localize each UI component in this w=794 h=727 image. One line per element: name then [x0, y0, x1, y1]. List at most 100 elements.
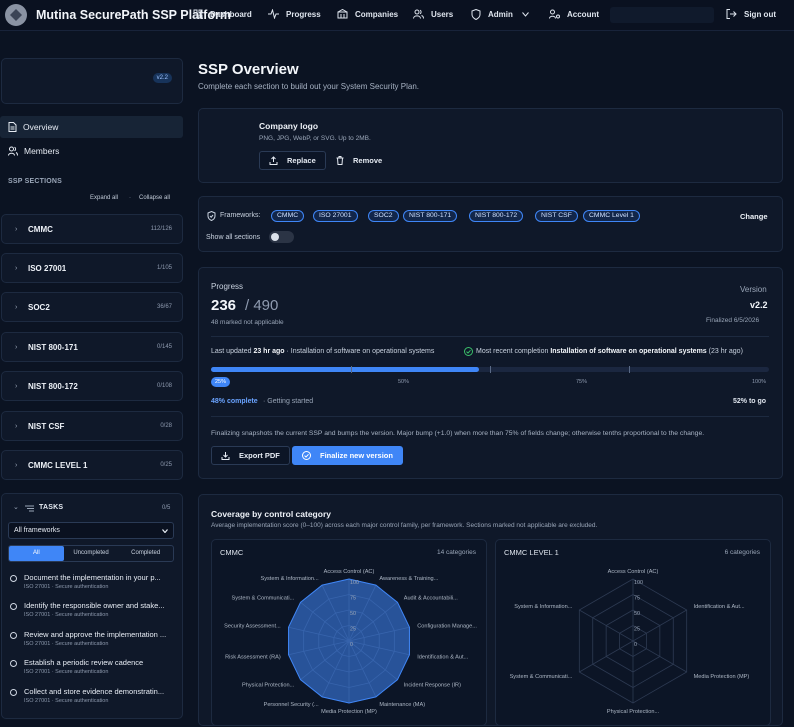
- task-title: Review and approve the implementation ..…: [24, 630, 167, 639]
- section-row-cmmc-level-1[interactable]: › CMMC LEVEL 1 0/25: [1, 450, 183, 480]
- framework-chip-nist-csf[interactable]: NIST CSF: [535, 210, 578, 222]
- top-bar: Mutina SecurePath SSP Platform Dashboard…: [0, 0, 794, 31]
- section-row-iso-27001[interactable]: › ISO 27001 1/105: [1, 253, 183, 283]
- sign-out-label: Sign out: [744, 9, 776, 19]
- radar-category-label: Identification & Aut...: [694, 604, 745, 610]
- task-checkbox[interactable]: [10, 603, 17, 610]
- last-updated: Last updated 23 hr ago · Installation of…: [211, 348, 434, 355]
- change-frameworks-button[interactable]: Change: [740, 212, 768, 221]
- percent-to-go: 52% to go: [733, 398, 767, 405]
- nav-account[interactable]: Account: [549, 9, 599, 19]
- section-row-nist-800-171[interactable]: › NIST 800-171 0/145: [1, 332, 183, 362]
- radar-category-label: System & Information...: [260, 576, 319, 582]
- progress-done: 236: [211, 297, 237, 314]
- section-row-cmmc[interactable]: › CMMC 112/126: [1, 214, 183, 244]
- chevron-down-icon[interactable]: ⌄: [13, 503, 19, 511]
- last-updated-prefix: Last updated: [211, 348, 252, 355]
- framework-chip-cmmc[interactable]: CMMC: [271, 210, 305, 222]
- export-pdf-button[interactable]: Export PDF: [211, 446, 290, 465]
- finalize-version-button[interactable]: Finalize new version: [292, 446, 403, 465]
- separator-dot: ·: [129, 195, 131, 201]
- framework-chip-nist-800-172[interactable]: NIST 800-172: [469, 210, 524, 222]
- last-updated-ago: 23 hr ago: [253, 348, 285, 355]
- section-name: ISO 27001: [28, 264, 67, 273]
- framework-chip-cmmc-level-1[interactable]: CMMC Level 1: [583, 210, 640, 222]
- radar-tick-label: 25: [350, 627, 356, 633]
- version-label: Version: [740, 285, 767, 294]
- export-pdf-label: Export PDF: [239, 451, 280, 460]
- task-title: Establish a periodic review cadence: [24, 658, 144, 667]
- not-applicable-count: 48 marked not applicable: [211, 319, 284, 326]
- company-logo-card: [198, 108, 783, 183]
- section-row-soc2[interactable]: › SOC2 36/67: [1, 292, 183, 322]
- task-checkbox[interactable]: [10, 575, 17, 582]
- percent-complete: 48% complete: [211, 398, 258, 405]
- radar-category-label: Personnel Security (...: [264, 702, 319, 708]
- recent-item: Installation of software on operational …: [550, 348, 707, 355]
- version-badge: v2.2: [152, 73, 172, 83]
- radar-category-label: Physical Protection...: [242, 683, 295, 689]
- progress-tick: [351, 366, 352, 373]
- remove-logo-button[interactable]: Remove: [327, 151, 391, 170]
- task-checkbox[interactable]: [10, 632, 17, 639]
- collapse-all-link[interactable]: Collapse all: [139, 195, 170, 201]
- marker-100: 100%: [752, 379, 767, 385]
- nav-progress-label: Progress: [286, 9, 321, 19]
- nav-companies[interactable]: Companies: [337, 9, 398, 19]
- version-value: v2.2: [750, 300, 768, 310]
- divider: [211, 416, 769, 417]
- show-all-sections-toggle[interactable]: [269, 231, 294, 243]
- radar-category-label: System & Communicati...: [231, 595, 294, 601]
- task-checkbox[interactable]: [10, 660, 17, 667]
- task-subtitle: ISO 27001 · Secure authentication: [24, 612, 109, 618]
- nav-progress[interactable]: Progress: [268, 9, 321, 19]
- activity-icon: [268, 9, 279, 19]
- nav-users[interactable]: Users: [413, 9, 453, 19]
- coverage-title: Coverage by control category: [211, 509, 331, 519]
- show-all-sections-label: Show all sections: [206, 234, 261, 241]
- radar-tick-label: 75: [350, 596, 356, 602]
- tab-all[interactable]: All: [9, 546, 64, 561]
- section-row-nist-800-172[interactable]: › NIST 800-172 0/108: [1, 371, 183, 401]
- logo-title: Company logo: [259, 121, 319, 131]
- tab-uncompleted[interactable]: Uncompleted: [64, 546, 119, 561]
- document-icon: [8, 122, 17, 132]
- top-search-input[interactable]: [610, 7, 714, 23]
- framework-filter-select[interactable]: All frameworks: [8, 522, 174, 539]
- ssp-sections-heading: SSP SECTIONS: [8, 178, 63, 185]
- logout-icon: [726, 9, 737, 19]
- chevron-down-icon: [162, 529, 168, 533]
- progress-tick: [629, 366, 630, 373]
- section-row-nist-csf[interactable]: › NIST CSF 0/28: [1, 411, 183, 441]
- task-checkbox[interactable]: [10, 689, 17, 696]
- recent-label: Most recent completion: [476, 348, 549, 355]
- framework-chip-nist-800-171[interactable]: NIST 800-171: [403, 210, 458, 222]
- sidebar-item-members[interactable]: Members: [0, 140, 183, 162]
- progress-tick: [490, 366, 491, 373]
- sign-out-button[interactable]: Sign out: [726, 9, 776, 19]
- radar-category-label: Incident Response (IR): [404, 683, 461, 689]
- radar-tick-label: 50: [350, 611, 356, 617]
- task-subtitle: ISO 27001 · Secure authentication: [24, 698, 109, 704]
- nav-admin[interactable]: Admin: [471, 9, 536, 20]
- tab-completed[interactable]: Completed: [118, 546, 173, 561]
- radar-tick-label: 75: [634, 596, 640, 602]
- chevron-right-icon: ›: [15, 462, 18, 469]
- framework-chip-iso-27001[interactable]: ISO 27001: [313, 210, 358, 222]
- recent-ago: (23 hr ago): [708, 348, 743, 355]
- radar-card-cmmc: CMMC 14 categories Access Control (AC) Aw…: [211, 539, 487, 726]
- users-icon: [413, 9, 424, 19]
- sidebar-item-overview[interactable]: Overview: [0, 116, 183, 138]
- trash-icon: [336, 156, 344, 165]
- expand-all-link[interactable]: Expand all: [90, 195, 118, 201]
- radar-category-label: System & Information...: [514, 604, 573, 610]
- radar-tick-label: 100: [634, 580, 643, 586]
- shield-check-icon: [207, 211, 216, 221]
- nav-dashboard[interactable]: Dashboard: [193, 9, 252, 19]
- replace-logo-button[interactable]: Replace: [259, 151, 326, 170]
- user-settings-icon: [549, 9, 560, 19]
- framework-chip-soc2[interactable]: SOC2: [368, 210, 399, 222]
- section-name: NIST CSF: [28, 422, 65, 431]
- marker-50: 50%: [398, 379, 410, 385]
- radar-tick-label: 100: [350, 580, 359, 586]
